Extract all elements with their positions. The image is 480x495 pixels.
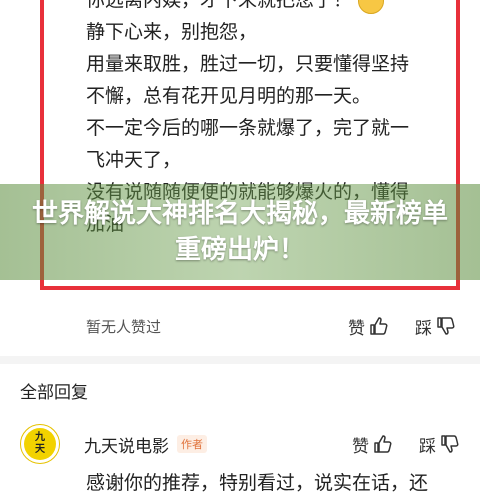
comment-dislike-button[interactable]: 踩	[419, 432, 460, 457]
banner-title: 世界解说大神排名大揭秘，最新榜单重磅出炉！	[31, 199, 448, 265]
like-label: 赞	[352, 436, 369, 457]
comment-header: 九天 九天说电影 作者 赞 踩	[20, 424, 460, 464]
thumbs-down-icon	[437, 317, 455, 335]
post-line: 用量来取胜，胜过一切，只要懂得坚持	[86, 53, 410, 75]
like-button[interactable]: 赞	[348, 314, 389, 339]
avatar[interactable]: 九天	[20, 424, 60, 464]
post-line: 飞冲天了，	[86, 149, 182, 171]
smile-emoji-icon	[358, 0, 385, 14]
section-divider	[0, 356, 480, 364]
post-line: 静下心来，别抱怨，	[86, 21, 258, 43]
post-line: 不懈，总有花开见月明的那一天。	[86, 85, 372, 107]
author-badge: 作者	[177, 435, 207, 453]
dislike-label: 踩	[415, 318, 432, 339]
thumbs-down-icon	[441, 435, 459, 453]
thumbs-up-icon	[374, 435, 392, 453]
reply-action-bar: 暂无人赞过 赞 踩	[86, 310, 456, 342]
dislike-label: 踩	[419, 436, 436, 457]
comment-like-button[interactable]: 赞	[352, 432, 393, 457]
thumbs-up-icon	[370, 317, 388, 335]
all-replies-heading: 全部回复	[20, 383, 88, 403]
post-line: 你远离内娱，才下来就把您了！	[86, 0, 456, 16]
comment-username[interactable]: 九天说电影	[84, 432, 169, 457]
overlay-banner: 世界解说大神排名大揭秘，最新榜单重磅出炉！	[0, 184, 480, 280]
likes-status: 暂无人赞过	[86, 317, 162, 336]
like-label: 赞	[348, 318, 365, 339]
dislike-button[interactable]: 踩	[415, 314, 456, 339]
avatar-logo: 九天	[24, 428, 56, 460]
comment-text-partial: 感谢你的推荐，特别看过，说实在话，还	[86, 472, 429, 494]
post-line: 不一定今后的哪一条就爆了，完了就一	[86, 117, 410, 139]
